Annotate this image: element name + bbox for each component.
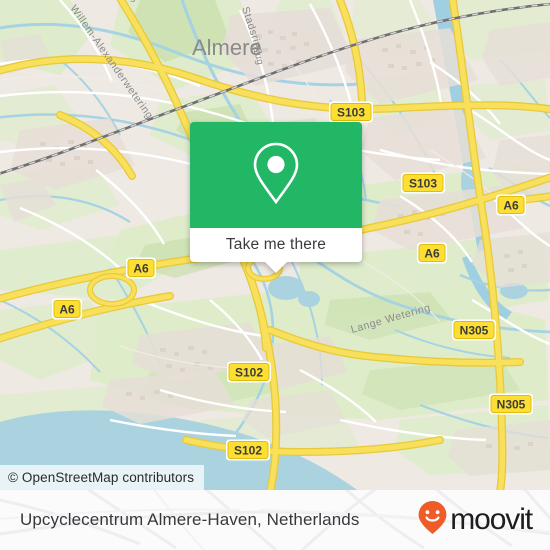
callout-tail	[265, 262, 287, 273]
location-callout[interactable]: Take me there	[190, 122, 362, 273]
take-me-there-label: Take me there	[225, 236, 327, 253]
callout-action[interactable]: Take me there	[190, 228, 362, 262]
moovit-pin-icon	[417, 500, 448, 540]
road-shield-label: A6	[59, 303, 75, 317]
osm-attribution[interactable]: © OpenStreetMap contributors	[0, 465, 205, 490]
map-pin-icon	[250, 140, 302, 211]
road-shield-label: A6	[503, 199, 519, 213]
road-shield-label: S102	[234, 444, 262, 458]
footer-bar: Upcyclecentrum Almere-Haven, Netherlands…	[0, 490, 550, 550]
road-shield-label: N305	[460, 324, 489, 338]
callout-icon-area	[190, 122, 362, 228]
road-shield-label: A6	[424, 247, 440, 261]
map-screenshot: Almere Willem-Alexanderwetering Willem-A…	[0, 0, 550, 550]
label-waterway-0: Willem-Alexanderwetering	[0, 0, 136, 3]
moovit-logo[interactable]: moovit	[417, 500, 533, 540]
road-shield-label: N305	[497, 398, 526, 412]
road-shield-label: S102	[235, 366, 263, 380]
road-shield-label: A6	[133, 262, 149, 276]
road-shield-label: S103	[409, 177, 437, 191]
moovit-wordmark: moovit	[450, 503, 533, 536]
osm-attribution-text: © OpenStreetMap contributors	[8, 470, 195, 485]
road-shield-label: S103	[337, 106, 365, 120]
page-title: Upcyclecentrum Almere-Haven, Netherlands	[20, 510, 360, 529]
